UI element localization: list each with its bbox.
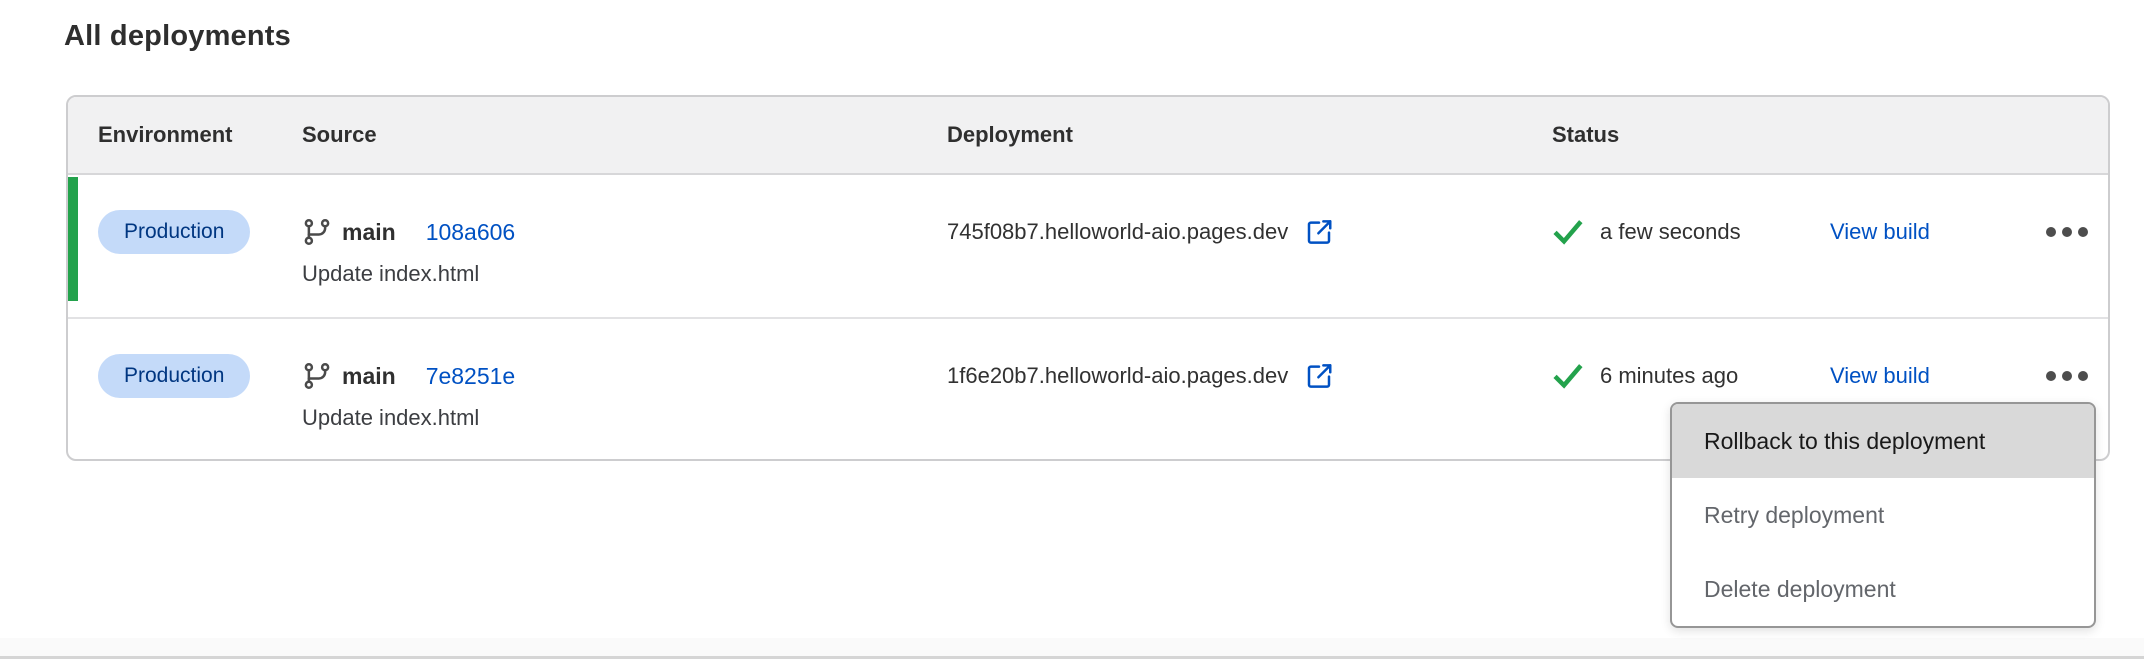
more-actions-button[interactable]: [2036, 217, 2098, 247]
external-link-icon[interactable]: [1304, 217, 1334, 247]
git-branch-icon: [302, 361, 332, 391]
deployment-url: 1f6e20b7.helloworld-aio.pages.dev: [947, 363, 1288, 389]
deployment-actions-menu: Rollback to this deployment Retry deploy…: [1670, 402, 2096, 628]
view-build-link[interactable]: View build: [1830, 363, 1930, 389]
menu-item-retry[interactable]: Retry deployment: [1672, 478, 2094, 552]
external-link-icon[interactable]: [1304, 361, 1334, 391]
page-bottom-band: [0, 638, 2144, 656]
git-branch-icon: [302, 217, 332, 247]
branch-name: main: [342, 219, 396, 246]
view-build-link[interactable]: View build: [1830, 219, 1930, 245]
success-check-icon: [1552, 360, 1584, 392]
environment-badge: Production: [98, 354, 250, 398]
deployment-url: 745f08b7.helloworld-aio.pages.dev: [947, 219, 1288, 245]
current-deployment-indicator: [68, 177, 78, 301]
menu-item-delete[interactable]: Delete deployment: [1672, 552, 2094, 626]
success-check-icon: [1552, 216, 1584, 248]
commit-message: Update index.html: [302, 405, 947, 431]
branch-name: main: [342, 363, 396, 390]
column-header-environment: Environment: [68, 122, 302, 148]
commit-link[interactable]: 108a606: [426, 219, 516, 246]
column-header-source: Source: [302, 122, 947, 148]
status-time: a few seconds: [1600, 219, 1741, 245]
commit-message: Update index.html: [302, 261, 947, 287]
menu-item-rollback[interactable]: Rollback to this deployment: [1672, 404, 2094, 478]
commit-link[interactable]: 7e8251e: [426, 363, 516, 390]
column-header-deployment: Deployment: [947, 122, 1552, 148]
status-time: 6 minutes ago: [1600, 363, 1738, 389]
page-title: All deployments: [64, 20, 291, 53]
table-header-row: Environment Source Deployment Status: [68, 97, 2108, 175]
page-bottom-divider: [0, 656, 2144, 659]
more-actions-button[interactable]: [2036, 361, 2098, 391]
column-header-status: Status: [1552, 122, 1830, 148]
environment-badge: Production: [98, 210, 250, 254]
deployment-row-1: Production main 108a606 Update index.htm…: [68, 175, 2108, 317]
